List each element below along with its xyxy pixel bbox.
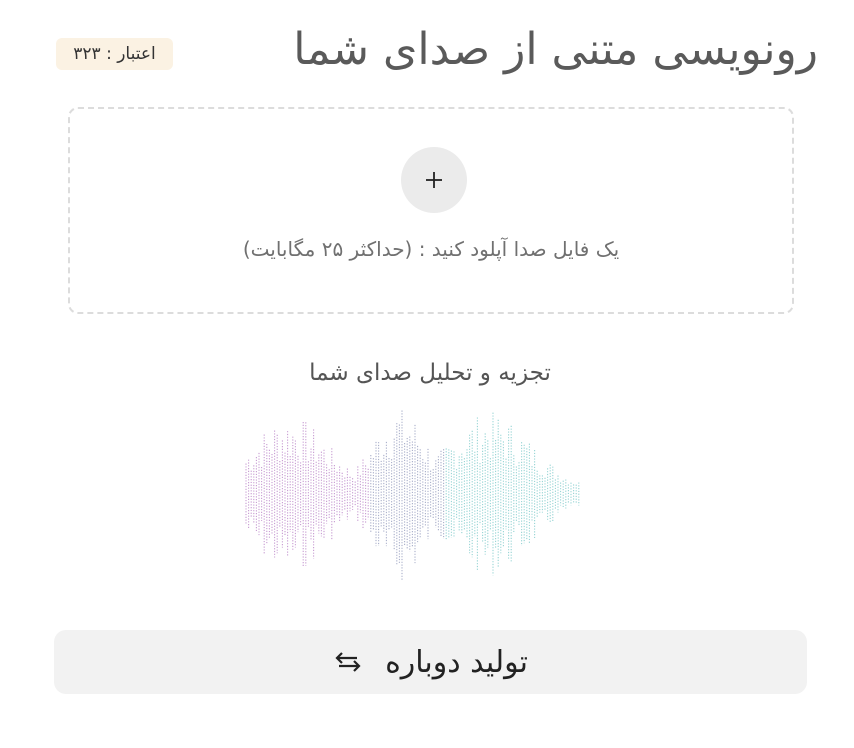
page-title: رونویسی متنی از صدای شما bbox=[293, 24, 818, 75]
credit-label: اعتبار : ۳۲۳ bbox=[73, 44, 156, 64]
upload-button[interactable] bbox=[401, 147, 467, 213]
upload-instruction: یک فایل صدا آپلود کنید : (حداکثر ۲۵ مگاب… bbox=[242, 237, 620, 261]
regenerate-button[interactable]: تولید دوباره bbox=[54, 630, 807, 694]
upload-dropzone[interactable]: یک فایل صدا آپلود کنید : (حداکثر ۲۵ مگاب… bbox=[68, 107, 794, 314]
credit-badge: اعتبار : ۳۲۳ bbox=[56, 38, 173, 70]
audio-waveform bbox=[245, 410, 580, 580]
regenerate-label: تولید دوباره bbox=[385, 644, 528, 680]
swap-arrows-icon bbox=[335, 652, 361, 672]
plus-icon bbox=[426, 172, 442, 188]
analysis-title: تجزیه و تحلیل صدای شما bbox=[309, 360, 551, 386]
